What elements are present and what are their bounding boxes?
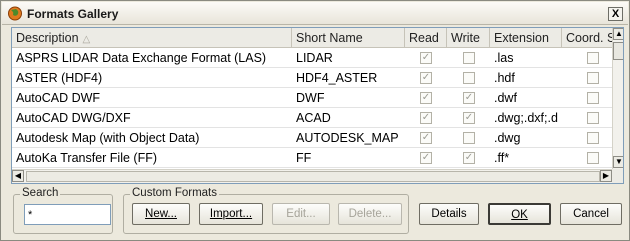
column-header-write[interactable]: Write bbox=[447, 28, 490, 48]
read-checkbox[interactable]: ✓ bbox=[420, 112, 432, 124]
import-button-label: Import... bbox=[209, 208, 253, 220]
custom-formats-group: Custom Formats New... Import... Edit... … bbox=[123, 187, 409, 234]
write-checkbox[interactable] bbox=[463, 52, 475, 64]
column-header-coord-system[interactable]: Coord. S bbox=[562, 28, 612, 48]
cell-short-name: HDF4_ASTER bbox=[296, 71, 378, 85]
delete-button-label: Delete... bbox=[348, 208, 392, 220]
custom-formats-group-label: Custom Formats bbox=[130, 187, 219, 199]
import-button[interactable]: Import... bbox=[199, 203, 263, 225]
formats-table: Description △ Short Name Read Write Exten… bbox=[11, 27, 624, 184]
table-row[interactable]: AutoKa Transfer File (FF) FF ✓ ✓ .ff* bbox=[12, 149, 612, 168]
cell-description: AutoCAD DWF bbox=[16, 91, 101, 105]
coord-system-checkbox[interactable] bbox=[587, 112, 599, 124]
write-checkbox[interactable] bbox=[463, 132, 475, 144]
cell-description: ASPRS LIDAR Data Exchange Format (LAS) bbox=[16, 51, 267, 65]
window-title: Formats Gallery bbox=[27, 7, 119, 21]
search-group-label: Search bbox=[20, 187, 61, 199]
horizontal-scroll-thumb[interactable] bbox=[26, 171, 600, 182]
details-button[interactable]: Details bbox=[419, 203, 479, 225]
cell-short-name: FF bbox=[296, 151, 312, 165]
delete-button[interactable]: Delete... bbox=[338, 203, 402, 225]
read-checkbox[interactable]: ✓ bbox=[420, 132, 432, 144]
cell-description: Autodesk Map (with Object Data) bbox=[16, 131, 200, 145]
coord-system-checkbox[interactable] bbox=[587, 92, 599, 104]
formats-gallery-window: Formats Gallery X Description △ Short Nam… bbox=[0, 0, 630, 241]
new-button[interactable]: New... bbox=[132, 203, 190, 225]
write-checkbox[interactable]: ✓ bbox=[463, 112, 475, 124]
coord-system-checkbox[interactable] bbox=[587, 52, 599, 64]
title-bar: Formats Gallery X bbox=[2, 2, 628, 25]
coord-system-checkbox[interactable] bbox=[587, 72, 599, 84]
cancel-button[interactable]: Cancel bbox=[560, 203, 622, 225]
cell-extension: .dwg bbox=[494, 131, 521, 145]
search-input[interactable] bbox=[24, 204, 111, 225]
column-header-description[interactable]: Description △ bbox=[12, 28, 292, 48]
cell-description: AutoCAD DWG/DXF bbox=[16, 111, 131, 125]
new-button-label: New... bbox=[145, 208, 177, 220]
ok-button[interactable]: OK bbox=[488, 203, 551, 225]
cell-short-name: AUTODESK_MAP bbox=[296, 131, 399, 145]
scrollbar-corner bbox=[612, 169, 623, 183]
cell-extension: .dwf bbox=[494, 91, 517, 105]
ok-button-label: OK bbox=[511, 209, 528, 221]
table-row[interactable]: AutoCAD DWG/DXF ACAD ✓ ✓ .dwg;.dxf;.d bbox=[12, 109, 612, 128]
scroll-left-button[interactable]: ◀ bbox=[12, 170, 24, 182]
cell-extension: .hdf bbox=[494, 71, 515, 85]
read-checkbox[interactable]: ✓ bbox=[420, 72, 432, 84]
cancel-button-label: Cancel bbox=[573, 208, 609, 220]
column-header-extension[interactable]: Extension bbox=[490, 28, 562, 48]
cell-extension: .dwg;.dxf;.d bbox=[494, 111, 558, 125]
scroll-up-button[interactable]: ▲ bbox=[613, 28, 623, 40]
table-row[interactable]: ASTER (HDF4) HDF4_ASTER ✓ .hdf bbox=[12, 69, 612, 88]
close-button[interactable]: X bbox=[608, 7, 623, 21]
cell-short-name: ACAD bbox=[296, 111, 331, 125]
column-header-short-name[interactable]: Short Name bbox=[292, 28, 405, 48]
table-header: Description △ Short Name Read Write Exten… bbox=[12, 28, 612, 48]
read-checkbox[interactable]: ✓ bbox=[420, 152, 432, 164]
coord-system-checkbox[interactable] bbox=[587, 132, 599, 144]
coord-system-checkbox[interactable] bbox=[587, 152, 599, 164]
sort-ascending-icon: △ bbox=[82, 34, 91, 45]
search-group: Search bbox=[13, 187, 113, 234]
scroll-right-button[interactable]: ▶ bbox=[600, 170, 612, 182]
read-checkbox[interactable]: ✓ bbox=[420, 92, 432, 104]
vertical-scroll-thumb[interactable] bbox=[613, 42, 623, 60]
horizontal-scrollbar[interactable]: ◀ ▶ bbox=[12, 169, 612, 183]
cell-extension: .las bbox=[494, 51, 514, 65]
cell-extension: .ff* bbox=[494, 151, 510, 165]
cell-short-name: DWF bbox=[296, 91, 325, 105]
cell-description: ASTER (HDF4) bbox=[16, 71, 103, 85]
table-row[interactable]: ASPRS LIDAR Data Exchange Format (LAS) LI… bbox=[12, 49, 612, 68]
write-checkbox[interactable]: ✓ bbox=[463, 152, 475, 164]
edit-button-label: Edit... bbox=[286, 208, 316, 220]
scroll-down-button[interactable]: ▼ bbox=[613, 156, 623, 168]
cell-short-name: LIDAR bbox=[296, 51, 333, 65]
read-checkbox[interactable]: ✓ bbox=[420, 52, 432, 64]
table-row[interactable]: Autodesk Map (with Object Data) AUTODESK_… bbox=[12, 129, 612, 148]
vertical-scrollbar[interactable]: ▲ ▼ bbox=[612, 28, 623, 169]
world-icon bbox=[8, 6, 22, 21]
details-button-label: Details bbox=[431, 208, 467, 220]
column-header-read[interactable]: Read bbox=[405, 28, 447, 48]
write-checkbox[interactable]: ✓ bbox=[463, 92, 475, 104]
edit-button[interactable]: Edit... bbox=[272, 203, 330, 225]
table-row[interactable]: AutoCAD DWF DWF ✓ ✓ .dwf bbox=[12, 89, 612, 108]
cell-description: AutoKa Transfer File (FF) bbox=[16, 151, 158, 165]
write-checkbox[interactable] bbox=[463, 72, 475, 84]
column-description-label: Description bbox=[16, 31, 79, 45]
